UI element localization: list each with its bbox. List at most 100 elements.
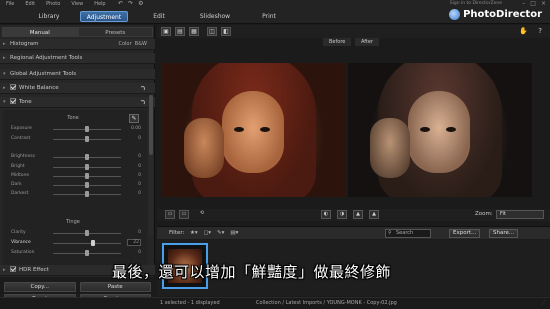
fit-view-icon[interactable]: ▭ <box>165 210 175 219</box>
tab-library[interactable]: Library <box>30 11 68 22</box>
tone-checkbox[interactable] <box>10 97 16 104</box>
dark-slider[interactable]: Dark 0 <box>3 181 147 189</box>
tool-button-1[interactable]: ◐ <box>321 210 331 219</box>
eyedropper-icon[interactable]: ✎ <box>129 114 139 123</box>
reset-icon[interactable] <box>140 100 145 105</box>
slider-knob[interactable] <box>85 230 89 236</box>
menu-edit[interactable]: Edit <box>25 0 35 8</box>
title-bar: File Edit Photo View Help ↶ ↷ ⚙ Library … <box>0 0 550 24</box>
slider-knob[interactable] <box>91 240 95 246</box>
photo-eye <box>234 127 244 132</box>
before-label: Before <box>323 38 352 46</box>
clarity-slider[interactable]: Clarity 0 <box>3 229 147 237</box>
slider-value[interactable]: 0 <box>127 163 141 171</box>
slider-value[interactable]: 0 <box>127 172 141 180</box>
slider-knob[interactable] <box>85 164 89 170</box>
zoom-dropdown[interactable]: Fit <box>496 210 544 219</box>
slider-knob[interactable] <box>85 136 89 142</box>
section-label: Histogram <box>10 41 39 47</box>
slider-value[interactable]: 0 <box>127 229 141 237</box>
undo-icon[interactable]: ↶ <box>118 0 123 8</box>
histogram-section[interactable]: ▸ Histogram Color B&W <box>0 39 155 50</box>
white-balance-checkbox[interactable] <box>10 83 16 90</box>
share-button[interactable]: Share... <box>489 229 519 238</box>
tool-button-4[interactable]: ▲ <box>369 210 379 219</box>
slider-value[interactable]: 0 <box>127 190 141 198</box>
sort-filter-icon[interactable]: ▤▾ <box>230 230 238 236</box>
saturation-slider[interactable]: Saturation 0 <box>3 249 147 257</box>
slider-knob[interactable] <box>85 191 89 197</box>
copy-button[interactable]: Copy... <box>4 282 76 292</box>
compare-view-icon[interactable]: ◫ <box>207 27 217 36</box>
darkest-slider[interactable]: Darkest 0 <box>3 190 147 198</box>
histogram-bw-label[interactable]: B&W <box>135 41 147 47</box>
tab-slideshow[interactable]: Slideshow <box>198 11 232 22</box>
scrollbar-thumb[interactable] <box>149 95 153 155</box>
regional-tools-section[interactable]: ▸ Regional Adjustment Tools <box>0 53 155 64</box>
slider-label: Contrast <box>11 136 31 141</box>
slider-value[interactable]: 0 <box>127 181 141 189</box>
tone-section[interactable]: ▾ Tone <box>0 97 155 108</box>
export-button[interactable]: Export... <box>449 229 481 238</box>
grid-view-icon[interactable]: ▦ <box>189 27 199 36</box>
menu-help[interactable]: Help <box>94 0 105 8</box>
slider-value[interactable]: 22 <box>127 239 141 246</box>
slider-knob[interactable] <box>85 154 89 160</box>
paste-button[interactable]: Paste <box>79 282 151 292</box>
menu-view[interactable]: View <box>71 0 83 8</box>
slider-value[interactable]: 0.00 <box>127 125 141 133</box>
tab-print[interactable]: Print <box>258 11 280 22</box>
brightness-slider[interactable]: Brightness 0 <box>3 153 147 161</box>
midtone-slider[interactable]: Midtone 0 <box>3 172 147 180</box>
flag-filter-icon[interactable]: ★▾ <box>190 230 198 236</box>
reset-icon[interactable] <box>140 86 145 91</box>
sign-in-link[interactable]: Sign in to DirectorZone <box>450 1 502 6</box>
slider-track[interactable] <box>53 243 121 244</box>
slider-knob[interactable] <box>85 126 89 132</box>
tab-edit[interactable]: Edit <box>148 11 170 22</box>
bright-slider[interactable]: Bright 0 <box>3 163 147 171</box>
image-view-icon[interactable]: ▤ <box>175 27 185 36</box>
rotate-icon[interactable]: ⟲ <box>197 210 207 219</box>
close-icon[interactable]: × <box>541 0 546 8</box>
after-photo[interactable] <box>348 63 532 197</box>
resize-grip-icon[interactable]: ⋰ <box>541 298 546 309</box>
slider-knob[interactable] <box>85 173 89 179</box>
menu-file[interactable]: File <box>6 0 14 8</box>
single-view-icon[interactable]: ▣ <box>161 27 171 36</box>
rating-filter-icon[interactable]: ◻▾ <box>204 230 211 236</box>
tool-button-3[interactable]: ▲ <box>353 210 363 219</box>
color-filter-icon[interactable]: ✎▾ <box>217 230 224 236</box>
slider-value[interactable]: 0 <box>127 249 141 257</box>
tab-manual[interactable]: Manual <box>2 27 78 37</box>
minimize-icon[interactable]: – <box>522 0 525 8</box>
tool-button-2[interactable]: ◑ <box>337 210 347 219</box>
white-balance-section[interactable]: ▸ White Balance <box>0 83 155 94</box>
slider-knob[interactable] <box>85 250 89 256</box>
global-tools-section[interactable]: ▾ Global Adjustment Tools <box>0 69 155 80</box>
slider-label: Darkest <box>11 191 29 196</box>
maximize-icon[interactable]: □ <box>530 0 536 8</box>
tab-adjustment[interactable]: Adjustment <box>80 11 128 22</box>
hdr-checkbox[interactable] <box>10 265 16 272</box>
slider-label: Clarity <box>11 230 26 235</box>
help-icon[interactable]: ? <box>538 27 542 35</box>
slider-knob[interactable] <box>85 182 89 188</box>
settings-icon[interactable]: ⚙ <box>138 0 143 8</box>
panel-scrollbar[interactable] <box>149 95 153 235</box>
tab-presets[interactable]: Presets <box>77 27 153 37</box>
search-input[interactable]: ⚲ Search <box>385 229 431 238</box>
histogram-mode[interactable]: Color B&W <box>118 39 147 50</box>
slider-value[interactable]: 0 <box>127 153 141 161</box>
vibrance-slider[interactable]: Vibrance 22 <box>3 239 147 247</box>
split-view-icon[interactable]: ◧ <box>221 27 231 36</box>
menu-photo[interactable]: Photo <box>46 0 60 8</box>
fullscreen-icon[interactable]: ▭ <box>179 210 189 219</box>
histogram-color-label[interactable]: Color <box>118 41 131 47</box>
before-photo[interactable] <box>162 63 346 197</box>
exposure-slider[interactable]: Exposure 0.00 <box>3 125 147 133</box>
hand-tool-icon[interactable]: ✋ <box>519 27 528 35</box>
redo-icon[interactable]: ↷ <box>128 0 133 8</box>
slider-value[interactable]: 0 <box>127 135 141 143</box>
contrast-slider[interactable]: Contrast 0 <box>3 135 147 143</box>
